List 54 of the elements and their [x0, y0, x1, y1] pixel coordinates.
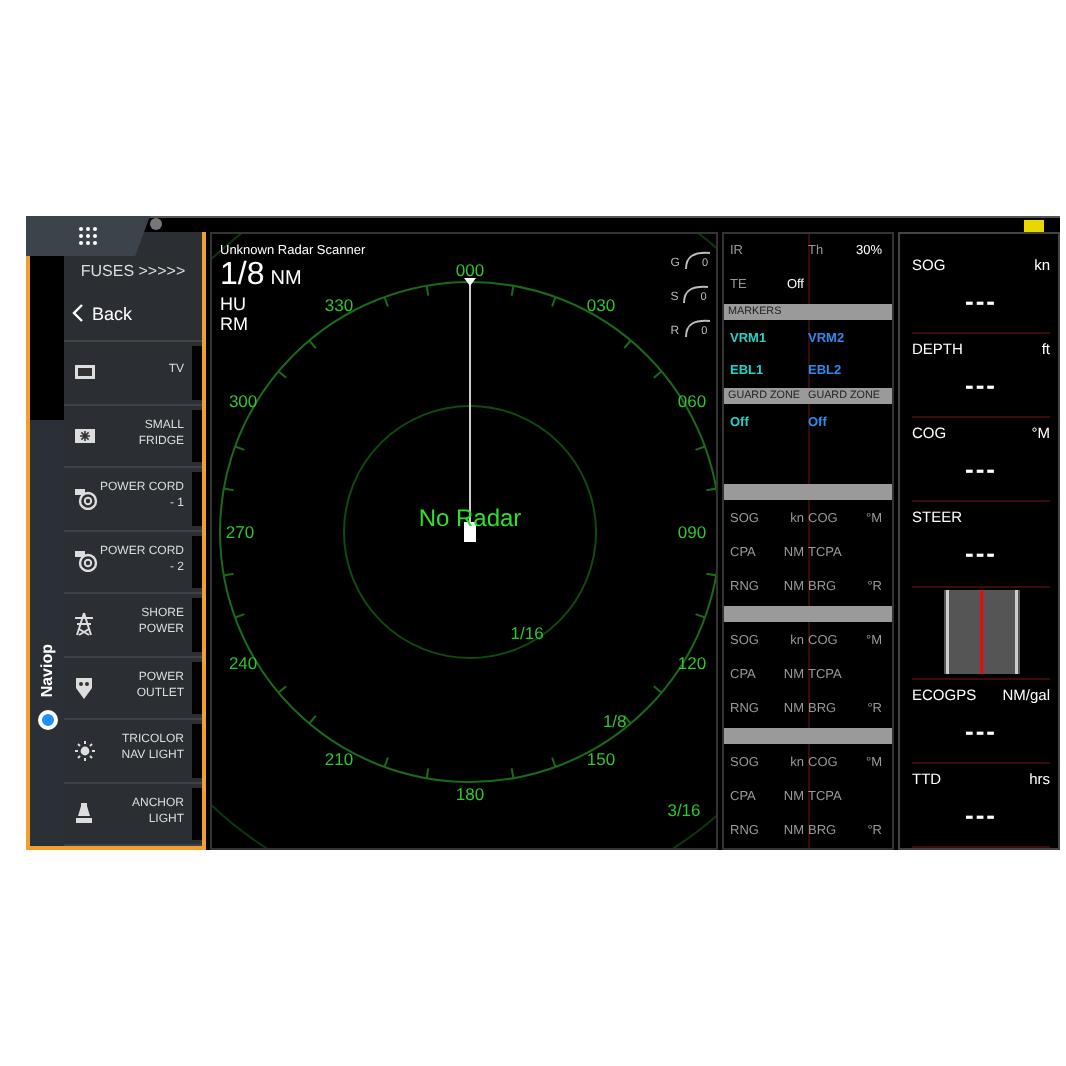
- range-label: 1/16: [510, 623, 544, 644]
- instrument-value: ---: [963, 799, 999, 830]
- item-edge-bar: [192, 472, 202, 525]
- item-edge-bar: [192, 535, 202, 588]
- plug-icon: [74, 487, 98, 510]
- instrument-value: ---: [963, 715, 999, 746]
- outlet-icon: [74, 675, 94, 700]
- toggle-icon: [37, 710, 57, 730]
- instrument-value: ---: [963, 538, 999, 569]
- bearing-label: 060: [677, 391, 707, 411]
- fridge-icon: [74, 427, 96, 444]
- bearing-label: 090: [677, 522, 707, 542]
- tv-icon: [74, 364, 96, 381]
- orientation-mode: HU: [220, 294, 246, 314]
- item-edge-bar: [192, 598, 202, 651]
- bearing-label: 240: [228, 653, 258, 673]
- bearing-label: 210: [324, 748, 354, 769]
- instrument-value: ---: [963, 454, 999, 485]
- naviop-tab[interactable]: Naviop: [30, 420, 64, 846]
- panel-title: FUSES >>>>>: [78, 260, 188, 284]
- gain-knob-icon: [682, 284, 711, 304]
- pylon-icon: [74, 612, 94, 637]
- item-edge-bar: [192, 724, 202, 777]
- apps-menu-button[interactable]: [26, 216, 150, 256]
- bearing-label: 030: [586, 295, 616, 316]
- chevron-left-icon: [72, 304, 84, 322]
- battery-icon: [1024, 219, 1044, 231]
- grid-icon: [78, 226, 98, 246]
- motion-mode: RM: [220, 314, 248, 334]
- range-label: 3/16: [667, 799, 701, 820]
- bearing-label: 150: [586, 748, 616, 769]
- light-icon: [74, 739, 96, 762]
- range-label: 1/8: [602, 710, 627, 731]
- bearing-label: 330: [324, 295, 354, 316]
- bearing-label: 120: [677, 653, 707, 673]
- bearing-label: 270: [225, 522, 255, 542]
- bearing-label: 300: [228, 391, 258, 411]
- status-dot-icon: [150, 217, 162, 229]
- steering-gauge-drawing: [943, 590, 1019, 675]
- gain-knob-icon: [683, 250, 712, 270]
- range-value: 1/8: [220, 258, 265, 294]
- bearing-label: 000: [455, 260, 485, 280]
- bearing-label: 180: [455, 784, 485, 804]
- range-unit: NM: [270, 268, 302, 290]
- item-edge-bar: [192, 409, 202, 462]
- item-edge-bar: [192, 346, 202, 399]
- item-edge-bar: [192, 787, 202, 840]
- gain-knob-icon: [683, 318, 712, 338]
- back-button[interactable]: Back: [64, 286, 202, 342]
- lamp-icon: [74, 802, 94, 825]
- instrument-value: ---: [963, 286, 999, 316]
- instrument-value: ---: [963, 370, 999, 401]
- item-edge-bar: [192, 661, 202, 714]
- plug-icon: [74, 550, 98, 573]
